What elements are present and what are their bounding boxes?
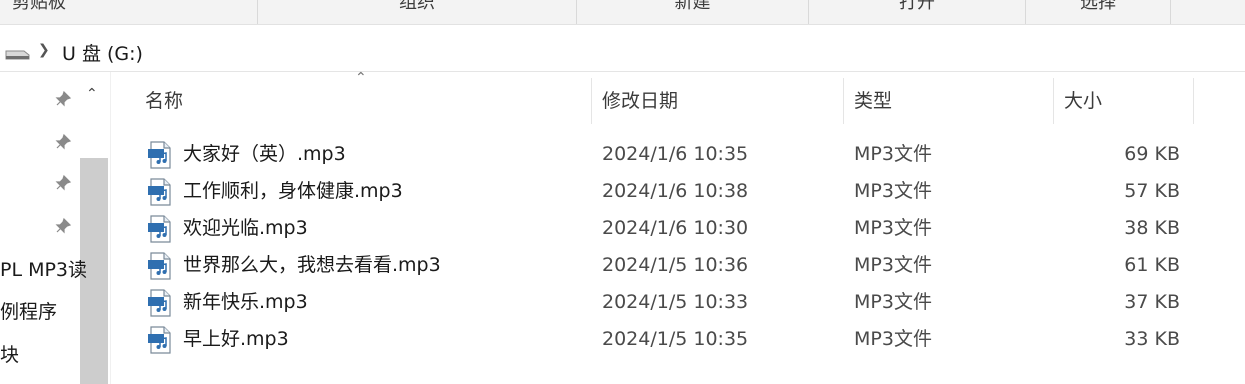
ribbon-group-clipboard: 剪贴板 [0, 0, 258, 24]
ribbon-group-organize: 组织 [258, 0, 577, 24]
ribbon-group-label: 剪贴板 [12, 0, 66, 13]
address-path[interactable]: U 盘 (G:) [62, 39, 143, 66]
file-date: 2024/1/6 10:30 [602, 217, 749, 239]
pin-icon[interactable] [54, 217, 72, 235]
column-header-size[interactable]: 大小 [1054, 78, 1194, 124]
column-header-row: ⌃ 名称 修改日期 类型 大小 [113, 70, 1245, 128]
file-size: 61 KB [1124, 254, 1180, 276]
file-size: 38 KB [1124, 217, 1180, 239]
file-size: 69 KB [1124, 143, 1180, 165]
mp3-file-icon [148, 326, 171, 354]
ribbon-group-select: 选择 [1026, 0, 1171, 24]
file-size: 37 KB [1124, 291, 1180, 313]
ribbon-group-new: 新建 [577, 0, 809, 24]
chevron-right-icon[interactable]: ❯ [38, 42, 50, 58]
file-name[interactable]: 早上好.mp3 [183, 321, 289, 358]
file-name[interactable]: 大家好（英）.mp3 [183, 136, 346, 173]
ribbon-group-label: 新建 [674, 0, 711, 13]
file-row[interactable]: 工作顺利，身体健康.mp3 2024/1/6 10:38 MP3文件 57 KB [113, 173, 1245, 210]
file-date: 2024/1/6 10:38 [602, 180, 749, 202]
pane-divider[interactable] [110, 72, 111, 384]
nav-item[interactable]: PL MP3读 [0, 255, 87, 282]
file-type: MP3文件 [854, 217, 932, 239]
file-name[interactable]: 新年快乐.mp3 [183, 284, 308, 321]
column-header-type[interactable]: 类型 [844, 78, 1054, 124]
address-bar[interactable]: ❯ U 盘 (G:) [0, 33, 1245, 72]
file-type: MP3文件 [854, 328, 932, 350]
file-type: MP3文件 [854, 180, 932, 202]
file-row[interactable]: 世界那么大，我想去看看.mp3 2024/1/5 10:36 MP3文件 61 … [113, 247, 1245, 284]
mp3-file-icon [148, 141, 171, 169]
column-divider[interactable] [1193, 78, 1194, 124]
column-header-name[interactable]: 名称 [135, 78, 592, 124]
navigation-pane[interactable]: ⌃ PL MP3读 例程序 块 [0, 72, 110, 384]
pin-icon[interactable] [54, 174, 72, 192]
file-row[interactable]: 欢迎光临.mp3 2024/1/6 10:30 MP3文件 38 KB [113, 210, 1245, 247]
file-date: 2024/1/6 10:35 [602, 143, 749, 165]
file-type: MP3文件 [854, 291, 932, 313]
file-type: MP3文件 [854, 254, 932, 276]
file-row[interactable]: 大家好（英）.mp3 2024/1/6 10:35 MP3文件 69 KB [113, 136, 1245, 173]
ribbon-group-label: 选择 [1080, 0, 1116, 13]
scroll-up-arrow-icon[interactable]: ⌃ [86, 86, 98, 102]
ribbon-group-label: 组织 [399, 0, 435, 13]
file-name[interactable]: 世界那么大，我想去看看.mp3 [183, 247, 441, 284]
file-row[interactable]: 新年快乐.mp3 2024/1/5 10:33 MP3文件 37 KB [113, 284, 1245, 321]
column-header-date[interactable]: 修改日期 [592, 78, 844, 124]
mp3-file-icon [148, 178, 171, 206]
file-size: 33 KB [1124, 328, 1180, 350]
ribbon-group-open: 打开 [809, 0, 1026, 24]
mp3-file-icon [148, 289, 171, 317]
file-size: 57 KB [1124, 180, 1180, 202]
file-date: 2024/1/5 10:36 [602, 254, 749, 276]
file-date: 2024/1/5 10:35 [602, 328, 749, 350]
nav-item[interactable]: 块 [0, 340, 19, 367]
pin-icon[interactable] [54, 90, 72, 108]
file-type: MP3文件 [854, 143, 932, 165]
file-name[interactable]: 欢迎光临.mp3 [183, 210, 308, 247]
ribbon-group-labels: 剪贴板 组织 新建 打开 选择 [0, 0, 1245, 25]
mp3-file-icon [148, 215, 171, 243]
file-row[interactable]: 早上好.mp3 2024/1/5 10:35 MP3文件 33 KB [113, 321, 1245, 358]
mp3-file-icon [148, 252, 171, 280]
file-date: 2024/1/5 10:33 [602, 291, 749, 313]
usb-drive-icon [5, 50, 30, 60]
nav-item[interactable]: 例程序 [0, 297, 57, 324]
file-name[interactable]: 工作顺利，身体健康.mp3 [183, 173, 403, 210]
pin-icon[interactable] [54, 133, 72, 151]
ribbon-group-label: 打开 [899, 0, 935, 13]
